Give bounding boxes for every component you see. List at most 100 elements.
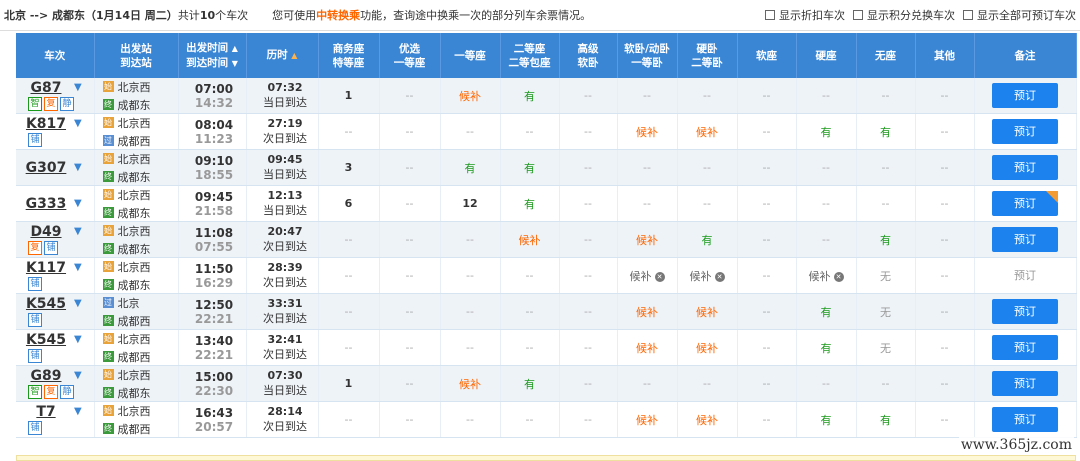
seat-availability[interactable]: 候补 — [636, 234, 658, 247]
seat-hard-seat[interactable]: 有 — [796, 401, 857, 438]
train-feature-tag[interactable]: 铺 — [28, 277, 42, 291]
stops-dropdown-icon[interactable]: ▼ — [74, 226, 82, 237]
seat-availability[interactable]: 12 — [462, 197, 477, 210]
seat-second[interactable]: 有 — [500, 365, 560, 402]
train-feature-tag[interactable]: 复 — [44, 97, 58, 111]
seat-business[interactable]: 1 — [318, 365, 380, 402]
seat-hard-sleeper[interactable]: 有 — [677, 221, 738, 258]
train-feature-tag[interactable]: 静 — [60, 385, 74, 399]
stops-dropdown-icon[interactable]: ▼ — [74, 298, 82, 309]
seat-first[interactable]: 有 — [440, 149, 501, 186]
train-number-link[interactable]: K117 — [20, 260, 72, 276]
seat-availability[interactable]: 有 — [880, 126, 891, 139]
seat-hard-sleeper[interactable]: 候补 — [677, 329, 738, 366]
stops-dropdown-icon[interactable]: ▼ — [74, 334, 82, 345]
seat-hard-sleeper[interactable]: 候补 — [677, 113, 738, 150]
seat-first[interactable]: 候补 — [440, 78, 501, 114]
seat-business[interactable]: 1 — [318, 78, 380, 114]
seat-availability[interactable]: 候补 — [630, 270, 652, 283]
seat-second[interactable]: 有 — [500, 185, 560, 222]
seat-availability[interactable]: 候补 — [636, 126, 658, 139]
train-number-link[interactable]: G307 — [20, 160, 72, 176]
sort-departure[interactable]: 出发时间 — [186, 42, 228, 54]
seat-availability[interactable]: 1 — [345, 89, 353, 102]
train-feature-tag[interactable]: 铺 — [28, 421, 42, 435]
seat-availability[interactable]: 有 — [821, 414, 832, 427]
book-button[interactable]: 预订 — [992, 119, 1058, 144]
book-button[interactable]: 预订 — [992, 83, 1058, 108]
train-number-link[interactable]: G89 — [20, 368, 72, 384]
train-number-link[interactable]: K545 — [20, 332, 72, 348]
seat-availability[interactable]: 6 — [345, 197, 353, 210]
seat-availability[interactable]: 有 — [821, 306, 832, 319]
seat-availability[interactable]: 候补 — [696, 126, 718, 139]
train-number-link[interactable]: K817 — [20, 116, 72, 132]
seat-soft-sleeper[interactable]: 候补 — [617, 293, 678, 330]
book-button[interactable]: 预订 — [992, 335, 1058, 360]
sort-arrival[interactable]: 到达时间 — [186, 57, 228, 69]
seat-availability[interactable]: 候补 — [636, 342, 658, 355]
checkbox-icon[interactable] — [765, 10, 775, 20]
seat-hard-sleeper[interactable]: 候补 — [677, 401, 738, 438]
filter-all-bookable[interactable]: 显示全部可预订车次 — [963, 7, 1076, 23]
book-button[interactable]: 预订 — [992, 227, 1058, 252]
seat-availability[interactable]: 候补 — [690, 270, 712, 283]
stops-dropdown-icon[interactable]: ▼ — [74, 370, 82, 381]
train-feature-tag[interactable]: 复 — [44, 385, 58, 399]
stops-dropdown-icon[interactable]: ▼ — [74, 162, 82, 173]
train-feature-tag[interactable]: 智 — [28, 385, 42, 399]
seat-availability[interactable]: 1 — [345, 377, 353, 390]
seat-availability[interactable]: 有 — [821, 126, 832, 139]
seat-availability[interactable]: 候补 — [459, 378, 481, 391]
seat-availability[interactable]: 有 — [524, 378, 535, 391]
seat-second[interactable]: 有 — [500, 78, 560, 114]
seat-availability[interactable]: 有 — [821, 342, 832, 355]
book-button[interactable]: 预订 — [992, 407, 1058, 432]
sort-duration[interactable]: 历时 — [267, 49, 288, 61]
seat-second[interactable]: 有 — [500, 149, 560, 186]
seat-availability[interactable]: 3 — [345, 161, 353, 174]
train-feature-tag[interactable]: 静 — [60, 97, 74, 111]
train-number-link[interactable]: D49 — [20, 224, 72, 240]
seat-soft-sleeper[interactable]: 候补 — [617, 113, 678, 150]
seat-availability[interactable]: 候补 — [696, 414, 718, 427]
seat-standing[interactable]: 有 — [856, 401, 916, 438]
seat-hard-seat[interactable]: 候补 ✕ — [796, 257, 857, 294]
checkbox-icon[interactable] — [853, 10, 863, 20]
seat-availability[interactable]: 有 — [524, 198, 535, 211]
col-duration[interactable]: 历时 ▲ — [246, 33, 319, 78]
seat-availability[interactable]: 候补 — [696, 342, 718, 355]
train-feature-tag[interactable]: 复 — [28, 241, 42, 255]
seat-soft-sleeper[interactable]: 候补 — [617, 221, 678, 258]
train-number-link[interactable]: K545 — [20, 296, 72, 312]
book-button[interactable]: 预订 — [992, 191, 1058, 216]
train-feature-tag[interactable]: 铺 — [28, 133, 42, 147]
stops-dropdown-icon[interactable]: ▼ — [74, 262, 82, 273]
filter-discount[interactable]: 显示折扣车次 — [765, 7, 845, 23]
seat-availability[interactable]: 候补 — [696, 306, 718, 319]
seat-availability[interactable]: 候补 — [636, 414, 658, 427]
seat-availability[interactable]: 候补 — [636, 306, 658, 319]
stops-dropdown-icon[interactable]: ▼ — [74, 118, 82, 129]
train-feature-tag[interactable]: 智 — [28, 97, 42, 111]
train-number-link[interactable]: G87 — [20, 80, 72, 96]
train-feature-tag[interactable]: 铺 — [28, 349, 42, 363]
transfer-link[interactable]: 中转换乘 — [316, 9, 360, 22]
seat-availability[interactable]: 候补 — [809, 270, 831, 283]
seat-soft-sleeper[interactable]: 候补 — [617, 401, 678, 438]
seat-availability[interactable]: 有 — [880, 414, 891, 427]
seat-availability[interactable]: 候补 — [459, 90, 481, 103]
seat-availability[interactable]: 有 — [524, 162, 535, 175]
train-feature-tag[interactable]: 铺 — [44, 241, 58, 255]
sort-active-icon[interactable]: ▲ — [291, 51, 297, 60]
train-feature-tag[interactable]: 铺 — [28, 313, 42, 327]
book-button[interactable]: 预订 — [992, 371, 1058, 396]
seat-hard-seat[interactable]: 有 — [796, 113, 857, 150]
seat-business[interactable]: 6 — [318, 185, 380, 222]
seat-hard-seat[interactable]: 有 — [796, 293, 857, 330]
filter-points[interactable]: 显示积分兑换车次 — [853, 7, 955, 23]
seat-hard-seat[interactable]: 有 — [796, 329, 857, 366]
book-button[interactable]: 预订 — [992, 155, 1058, 180]
seat-first[interactable]: 候补 — [440, 365, 501, 402]
stops-dropdown-icon[interactable]: ▼ — [74, 406, 82, 417]
